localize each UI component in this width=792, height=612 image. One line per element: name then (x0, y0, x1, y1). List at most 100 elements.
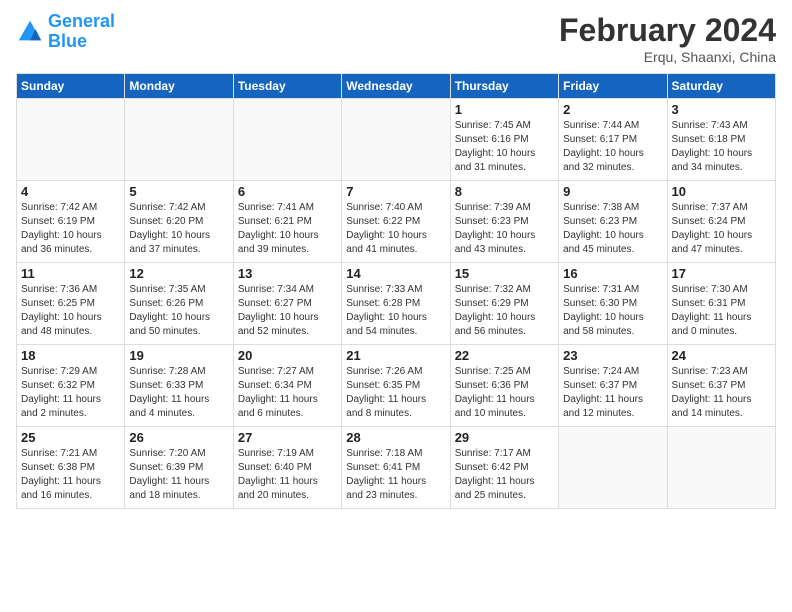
day-info: Sunrise: 7:24 AM Sunset: 6:37 PM Dayligh… (563, 365, 662, 421)
day-info: Sunrise: 7:23 AM Sunset: 6:37 PM Dayligh… (672, 365, 771, 421)
day-number: 24 (672, 348, 771, 363)
logo-line2: Blue (48, 31, 87, 51)
day-info: Sunrise: 7:34 AM Sunset: 6:27 PM Dayligh… (238, 283, 337, 339)
day-info: Sunrise: 7:44 AM Sunset: 6:17 PM Dayligh… (563, 119, 662, 175)
day-number: 14 (346, 266, 445, 281)
day-number: 1 (455, 102, 554, 117)
day-info: Sunrise: 7:40 AM Sunset: 6:22 PM Dayligh… (346, 201, 445, 257)
day-info: Sunrise: 7:29 AM Sunset: 6:32 PM Dayligh… (21, 365, 120, 421)
day-number: 16 (563, 266, 662, 281)
day-info: Sunrise: 7:19 AM Sunset: 6:40 PM Dayligh… (238, 447, 337, 503)
weekday-header-thursday: Thursday (450, 74, 558, 99)
day-info: Sunrise: 7:28 AM Sunset: 6:33 PM Dayligh… (129, 365, 228, 421)
day-info: Sunrise: 7:30 AM Sunset: 6:31 PM Dayligh… (672, 283, 771, 339)
day-number: 11 (21, 266, 120, 281)
day-info: Sunrise: 7:36 AM Sunset: 6:25 PM Dayligh… (21, 283, 120, 339)
calendar-cell: 20 Sunrise: 7:27 AM Sunset: 6:34 PM Dayli… (233, 345, 341, 427)
day-info: Sunrise: 7:41 AM Sunset: 6:21 PM Dayligh… (238, 201, 337, 257)
day-info: Sunrise: 7:43 AM Sunset: 6:18 PM Dayligh… (672, 119, 771, 175)
calendar-cell: 24 Sunrise: 7:23 AM Sunset: 6:37 PM Dayli… (667, 345, 775, 427)
calendar-cell: 19 Sunrise: 7:28 AM Sunset: 6:33 PM Dayli… (125, 345, 233, 427)
day-number: 13 (238, 266, 337, 281)
calendar-cell: 27 Sunrise: 7:19 AM Sunset: 6:40 PM Dayli… (233, 427, 341, 509)
calendar-cell: 11 Sunrise: 7:36 AM Sunset: 6:25 PM Dayli… (17, 263, 125, 345)
day-number: 3 (672, 102, 771, 117)
day-number: 7 (346, 184, 445, 199)
calendar-cell: 7 Sunrise: 7:40 AM Sunset: 6:22 PM Daylig… (342, 181, 450, 263)
day-number: 19 (129, 348, 228, 363)
day-number: 22 (455, 348, 554, 363)
calendar-header: SundayMondayTuesdayWednesdayThursdayFrid… (17, 74, 776, 99)
calendar-cell: 28Sunrise: 7:18 AM Sunset: 6:41 PM Dayli… (342, 427, 450, 509)
day-number: 8 (455, 184, 554, 199)
weekday-header-saturday: Saturday (667, 74, 775, 99)
day-number: 18 (21, 348, 120, 363)
calendar-cell: 13 Sunrise: 7:34 AM Sunset: 6:27 PM Dayli… (233, 263, 341, 345)
location: Erqu, Shaanxi, China (559, 49, 776, 65)
day-number: 29 (455, 430, 554, 445)
day-number: 23 (563, 348, 662, 363)
day-number: 4 (21, 184, 120, 199)
logo-text: General Blue (48, 12, 115, 52)
day-number: 17 (672, 266, 771, 281)
calendar-cell: 8Sunrise: 7:39 AM Sunset: 6:23 PM Daylig… (450, 181, 558, 263)
calendar-cell: 29 Sunrise: 7:17 AM Sunset: 6:42 PM Dayli… (450, 427, 558, 509)
weekday-row: SundayMondayTuesdayWednesdayThursdayFrid… (17, 74, 776, 99)
calendar-cell: 18 Sunrise: 7:29 AM Sunset: 6:32 PM Dayli… (17, 345, 125, 427)
calendar-cell: 9 Sunrise: 7:38 AM Sunset: 6:23 PM Daylig… (559, 181, 667, 263)
calendar-cell: 22Sunrise: 7:25 AM Sunset: 6:36 PM Dayli… (450, 345, 558, 427)
calendar-cell: 14Sunrise: 7:33 AM Sunset: 6:28 PM Dayli… (342, 263, 450, 345)
day-info: Sunrise: 7:20 AM Sunset: 6:39 PM Dayligh… (129, 447, 228, 503)
calendar-week-0: 1 Sunrise: 7:45 AM Sunset: 6:16 PM Daylig… (17, 99, 776, 181)
day-info: Sunrise: 7:21 AM Sunset: 6:38 PM Dayligh… (21, 447, 120, 503)
calendar-cell: 16Sunrise: 7:31 AM Sunset: 6:30 PM Dayli… (559, 263, 667, 345)
day-info: Sunrise: 7:17 AM Sunset: 6:42 PM Dayligh… (455, 447, 554, 503)
calendar-cell: 26 Sunrise: 7:20 AM Sunset: 6:39 PM Dayli… (125, 427, 233, 509)
calendar-body: 1 Sunrise: 7:45 AM Sunset: 6:16 PM Daylig… (17, 99, 776, 509)
calendar-cell (125, 99, 233, 181)
logo-line1: General (48, 11, 115, 31)
calendar-cell: 12 Sunrise: 7:35 AM Sunset: 6:26 PM Dayli… (125, 263, 233, 345)
page: General Blue February 2024 Erqu, Shaanxi… (0, 0, 792, 612)
day-number: 26 (129, 430, 228, 445)
day-info: Sunrise: 7:38 AM Sunset: 6:23 PM Dayligh… (563, 201, 662, 257)
day-number: 12 (129, 266, 228, 281)
day-number: 21 (346, 348, 445, 363)
calendar-cell: 5 Sunrise: 7:42 AM Sunset: 6:20 PM Daylig… (125, 181, 233, 263)
weekday-header-sunday: Sunday (17, 74, 125, 99)
calendar-cell (17, 99, 125, 181)
day-number: 20 (238, 348, 337, 363)
day-number: 9 (563, 184, 662, 199)
day-number: 10 (672, 184, 771, 199)
weekday-header-tuesday: Tuesday (233, 74, 341, 99)
calendar: SundayMondayTuesdayWednesdayThursdayFrid… (16, 73, 776, 509)
weekday-header-monday: Monday (125, 74, 233, 99)
day-info: Sunrise: 7:26 AM Sunset: 6:35 PM Dayligh… (346, 365, 445, 421)
weekday-header-wednesday: Wednesday (342, 74, 450, 99)
day-info: Sunrise: 7:42 AM Sunset: 6:20 PM Dayligh… (129, 201, 228, 257)
calendar-week-2: 11 Sunrise: 7:36 AM Sunset: 6:25 PM Dayli… (17, 263, 776, 345)
day-number: 15 (455, 266, 554, 281)
calendar-cell: 10 Sunrise: 7:37 AM Sunset: 6:24 PM Dayli… (667, 181, 775, 263)
day-number: 27 (238, 430, 337, 445)
day-info: Sunrise: 7:42 AM Sunset: 6:19 PM Dayligh… (21, 201, 120, 257)
day-number: 5 (129, 184, 228, 199)
calendar-cell: 15 Sunrise: 7:32 AM Sunset: 6:29 PM Dayli… (450, 263, 558, 345)
calendar-cell: 25 Sunrise: 7:21 AM Sunset: 6:38 PM Dayli… (17, 427, 125, 509)
calendar-cell: 3 Sunrise: 7:43 AM Sunset: 6:18 PM Daylig… (667, 99, 775, 181)
day-info: Sunrise: 7:45 AM Sunset: 6:16 PM Dayligh… (455, 119, 554, 175)
day-number: 25 (21, 430, 120, 445)
calendar-cell: 21 Sunrise: 7:26 AM Sunset: 6:35 PM Dayli… (342, 345, 450, 427)
weekday-header-friday: Friday (559, 74, 667, 99)
calendar-cell (233, 99, 341, 181)
logo-icon (16, 18, 44, 46)
calendar-cell: 6 Sunrise: 7:41 AM Sunset: 6:21 PM Daylig… (233, 181, 341, 263)
logo: General Blue (16, 12, 115, 52)
day-number: 6 (238, 184, 337, 199)
day-info: Sunrise: 7:32 AM Sunset: 6:29 PM Dayligh… (455, 283, 554, 339)
calendar-cell: 4 Sunrise: 7:42 AM Sunset: 6:19 PM Daylig… (17, 181, 125, 263)
header: General Blue February 2024 Erqu, Shaanxi… (16, 12, 776, 65)
day-info: Sunrise: 7:35 AM Sunset: 6:26 PM Dayligh… (129, 283, 228, 339)
day-info: Sunrise: 7:37 AM Sunset: 6:24 PM Dayligh… (672, 201, 771, 257)
day-info: Sunrise: 7:27 AM Sunset: 6:34 PM Dayligh… (238, 365, 337, 421)
